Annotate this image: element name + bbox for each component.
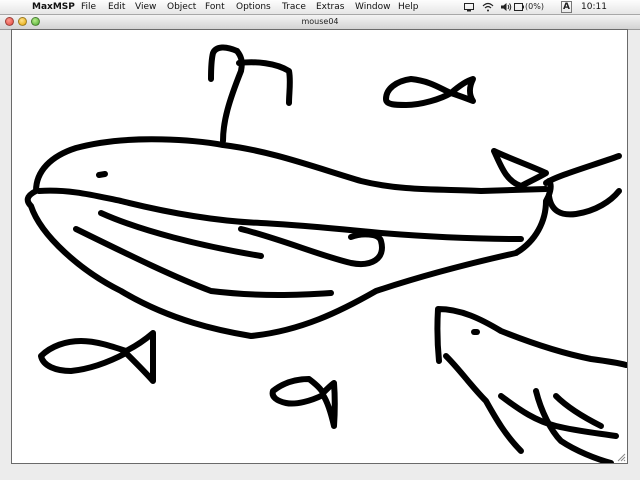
menu-object[interactable]: Object [167,0,196,14]
battery-icon[interactable] [514,3,524,11]
battery-percent[interactable]: (0%) [525,0,544,14]
drawing-canvas[interactable] [11,29,628,464]
whale-tail-lower-stroke [546,188,622,218]
fish-bottom-middle-stroke [269,376,338,429]
whale-eye-stroke [96,171,108,178]
menu-edit[interactable]: Edit [108,0,125,14]
wifi-icon[interactable] [482,2,494,12]
volume-icon[interactable] [500,2,512,12]
fish-bottom-left-stroke [38,330,157,384]
display-icon[interactable] [464,2,474,12]
window-title: mouse04 [301,17,339,26]
menu-trace[interactable]: Trace [282,0,306,14]
input-menu-icon[interactable]: A [561,1,572,13]
whale-right-head-stroke [434,306,627,368]
menu-clock[interactable]: 10:11 [581,0,607,14]
menu-font[interactable]: Font [205,0,225,14]
menu-extras[interactable]: Extras [316,0,344,14]
whale-right-line-3-stroke [553,393,604,429]
menu-view[interactable]: View [135,0,156,14]
window-titlebar[interactable]: mouse04 [0,15,640,30]
whale-tail-upper-stroke [543,153,622,186]
spout-left-stroke [208,44,240,82]
freehand-drawing [24,44,627,463]
menu-file[interactable]: File [81,0,96,14]
menu-app-maxmsp[interactable]: MaxMSP [32,0,75,14]
resize-grip-icon[interactable] [616,452,626,462]
menu-bar: MaxMSP File Edit View Object Font Option… [0,0,640,15]
menu-options[interactable]: Options [236,0,271,14]
menu-help[interactable]: Help [398,0,419,14]
menu-window[interactable]: Window [355,0,391,14]
fish-top-stroke [383,76,476,108]
whale-tail-fin-stroke [491,148,549,189]
spout-right-stroke [236,59,293,106]
